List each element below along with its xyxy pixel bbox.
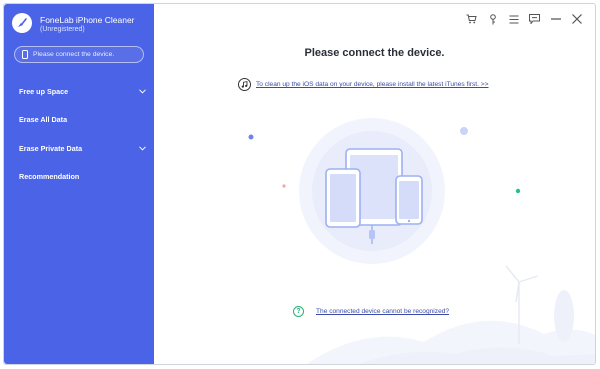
sidebar-item-erase-all-data[interactable]: Erase All Data xyxy=(4,106,154,135)
device-status-text: Please connect the device. xyxy=(33,51,115,58)
feedback-icon[interactable] xyxy=(526,12,543,26)
sidebar-nav: Free up Space Erase All Data Erase Priva… xyxy=(4,77,154,191)
itunes-notice: To clean up the iOS data on your device,… xyxy=(238,78,489,91)
sidebar-item-label: Erase All Data xyxy=(19,115,68,125)
sidebar: FoneLab iPhone Cleaner (Unregistered) Pl… xyxy=(4,4,154,364)
app-title: FoneLab iPhone Cleaner xyxy=(40,15,135,25)
chevron-down-icon xyxy=(138,144,147,153)
app-window: FoneLab iPhone Cleaner (Unregistered) Pl… xyxy=(3,3,596,365)
chevron-down-icon xyxy=(138,87,147,96)
app-registration-status: (Unregistered) xyxy=(40,26,85,33)
sidebar-item-erase-private-data[interactable]: Erase Private Data xyxy=(4,134,154,163)
key-icon[interactable] xyxy=(484,12,501,26)
device-help: ? The connected device cannot be recogni… xyxy=(293,306,449,317)
phone-icon xyxy=(22,50,28,59)
sidebar-item-label: Free up Space xyxy=(19,86,69,96)
device-not-recognized-link[interactable]: The connected device cannot be recognize… xyxy=(316,308,449,315)
question-circle-icon: ? xyxy=(293,306,304,317)
sidebar-item-free-up-space[interactable]: Free up Space xyxy=(4,77,154,106)
music-note-icon xyxy=(238,78,251,91)
install-itunes-link[interactable]: To clean up the iOS data on your device,… xyxy=(256,81,489,88)
cart-icon[interactable] xyxy=(463,12,480,26)
device-selector[interactable]: Please connect the device. xyxy=(14,46,144,63)
page-title: Please connect the device. xyxy=(304,47,445,59)
sidebar-item-recommendation[interactable]: Recommendation xyxy=(4,163,154,192)
minimize-icon[interactable] xyxy=(547,12,564,26)
close-icon[interactable] xyxy=(568,12,585,26)
window-controls xyxy=(463,12,585,26)
menu-icon[interactable] xyxy=(505,12,522,26)
main-panel: Please connect the device. To clean up t… xyxy=(154,4,595,364)
sidebar-item-label: Erase Private Data xyxy=(19,143,83,153)
sidebar-item-label: Recommendation xyxy=(19,172,80,182)
app-logo-icon xyxy=(12,13,32,33)
